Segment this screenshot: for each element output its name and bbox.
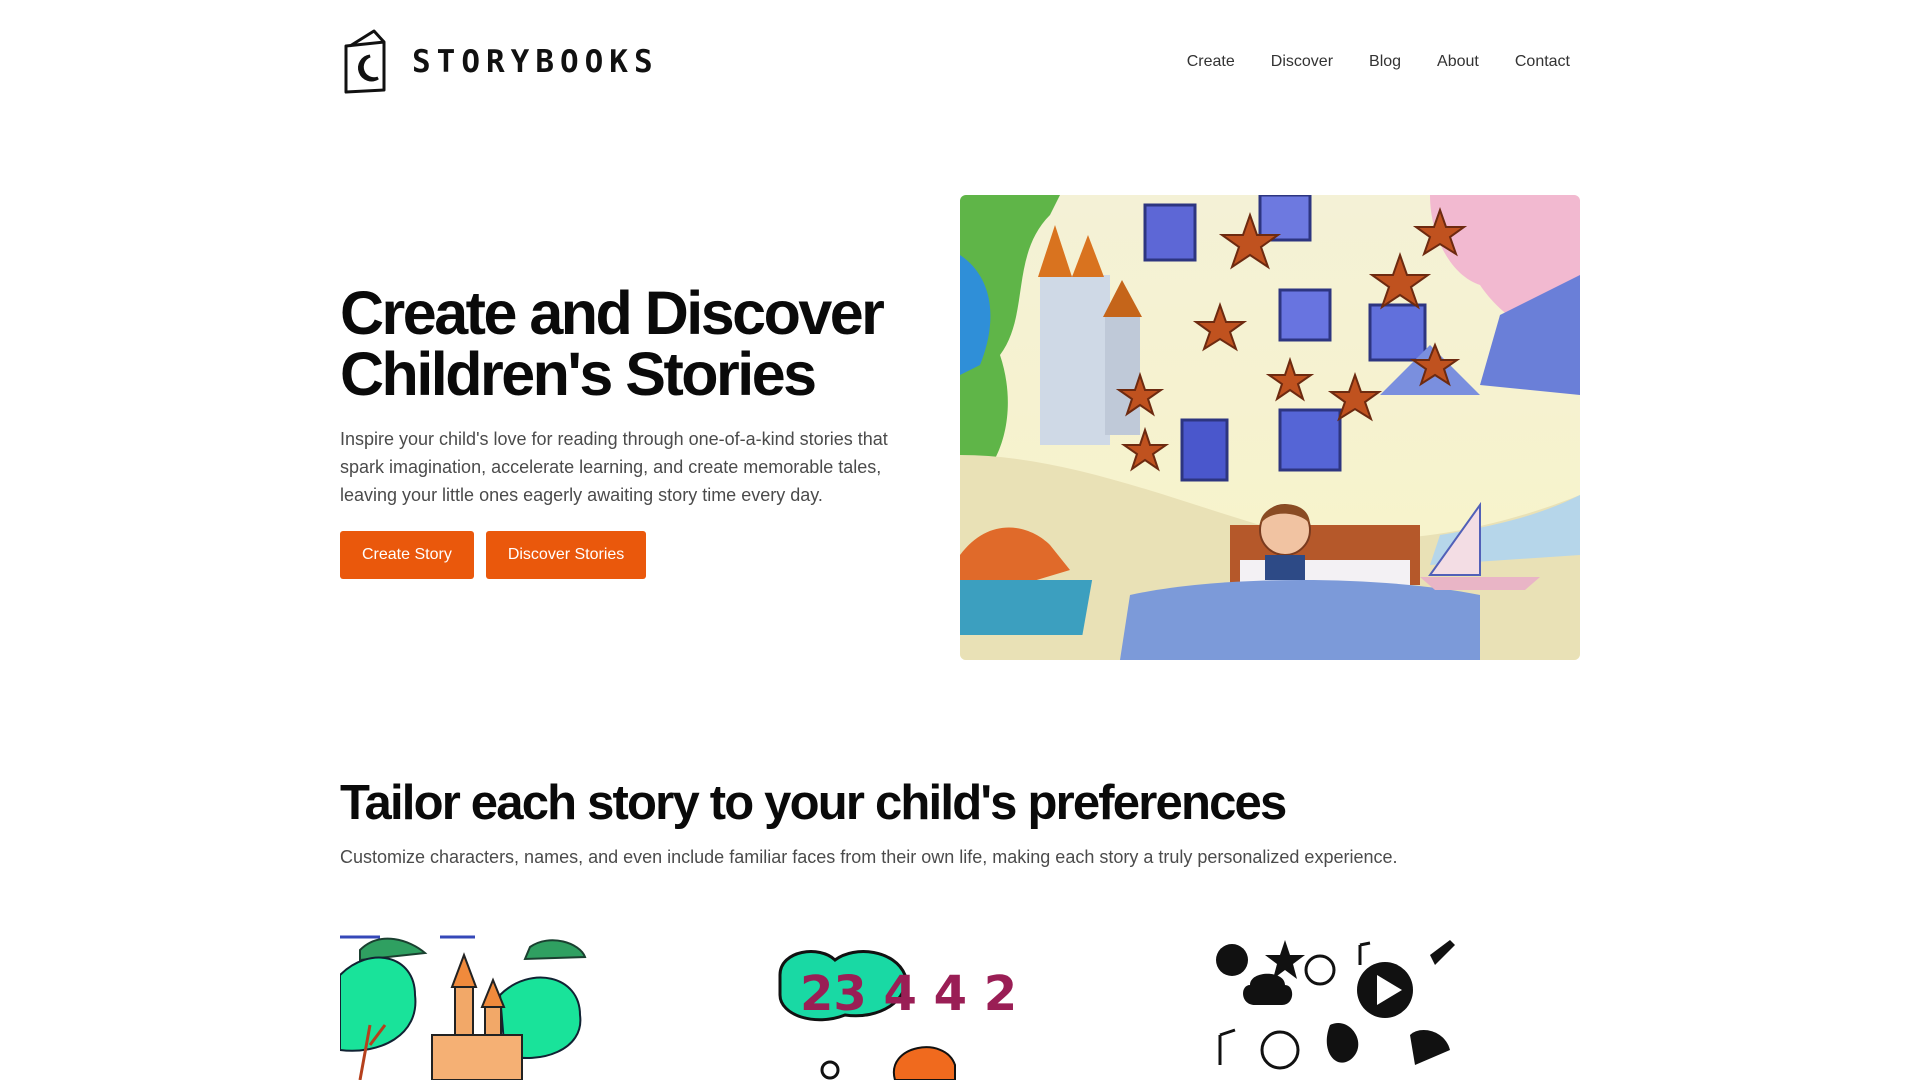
numbers-illustration: 23 4 4 2 <box>775 935 1025 1080</box>
hero-buttons: Create Story Discover Stories <box>340 531 930 579</box>
hero-illustration <box>960 195 1580 660</box>
nav-create[interactable]: Create <box>1187 53 1235 71</box>
create-story-button[interactable]: Create Story <box>340 531 474 579</box>
brand-name: STORYBOOKS <box>412 44 659 80</box>
hero-subtitle: Inspire your child's love for reading th… <box>340 429 888 505</box>
hero-title-line2: Children's Stories <box>340 340 817 408</box>
castle-illustration <box>340 935 590 1080</box>
moon-book-icon <box>344 29 386 94</box>
hero-section: Create and Discover Children's Stories I… <box>340 283 930 579</box>
discover-stories-button[interactable]: Discover Stories <box>485 531 647 579</box>
feature-number-1: 23 4 4 2 <box>800 966 1017 1022</box>
hero-title: Create and Discover Children's Stories <box>340 283 930 405</box>
section-title: Tailor each story to your child's prefer… <box>340 776 1287 830</box>
section-subtitle: Customize characters, names, and even in… <box>340 847 1398 867</box>
nav-about[interactable]: About <box>1437 53 1479 71</box>
logo-link[interactable]: STORYBOOKS <box>340 28 659 96</box>
doodles-illustration <box>1210 935 1460 1080</box>
site-header: STORYBOOKS Create Discover Blog About Co… <box>340 26 1580 98</box>
hero-title-line1: Create and Discover <box>340 279 885 347</box>
nav-blog[interactable]: Blog <box>1369 53 1401 71</box>
nav-contact[interactable]: Contact <box>1515 53 1570 71</box>
nav-discover[interactable]: Discover <box>1271 53 1333 71</box>
main-nav: Create Discover Blog About Contact <box>1187 53 1570 71</box>
